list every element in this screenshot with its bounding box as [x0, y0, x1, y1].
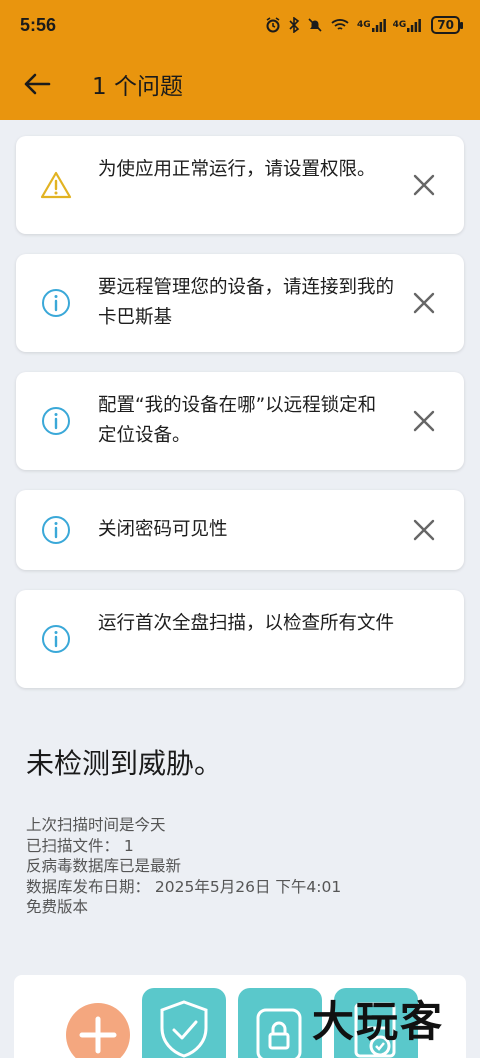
issue-text: 配置“我的设备在哪”以远程锁定和定位设备。	[98, 395, 377, 446]
plus-icon	[79, 1016, 117, 1054]
close-icon[interactable]	[410, 407, 438, 435]
signal-2-icon: 4G	[393, 18, 422, 32]
network-type-2: 4G	[392, 20, 407, 30]
shield-check-icon	[160, 1000, 208, 1058]
info-icon	[42, 625, 70, 653]
close-icon[interactable]	[410, 289, 438, 317]
arrow-left-icon	[24, 73, 51, 95]
issue-card-remote-management[interactable]: 要远程管理您的设备，请连接到我的卡巴斯基	[16, 254, 464, 352]
database-date-text: 数据库发布日期： 2025年5月26日 下午4:01	[26, 877, 342, 896]
watermark-logo: 大玩客	[312, 997, 445, 1046]
close-icon[interactable]	[410, 516, 438, 544]
issue-card-password-visibility[interactable]: 关闭密码可见性	[16, 490, 464, 570]
issue-card-permissions[interactable]: 为使应用正常运行，请设置权限。	[16, 136, 464, 234]
bluetooth-icon	[288, 17, 300, 33]
mute-bell-icon	[307, 17, 323, 33]
status-icons: 4G 4G 70	[265, 16, 463, 34]
back-button[interactable]	[20, 67, 54, 101]
protection-tile[interactable]	[142, 988, 226, 1058]
close-icon[interactable]	[410, 171, 438, 199]
info-icon	[42, 289, 70, 317]
info-icon	[42, 516, 70, 544]
lock-icon	[256, 1008, 302, 1058]
scan-details: 上次扫描时间是今天 已扫描文件： 1 反病毒数据库已是最新 数据库发布日期： 2…	[26, 815, 341, 918]
edition-text: 免费版本	[26, 898, 89, 916]
issue-text: 要远程管理您的设备，请连接到我的卡巴斯基	[98, 277, 395, 328]
app-lock-tile[interactable]	[238, 988, 322, 1058]
app-bar: 1 个问题	[0, 50, 480, 118]
signal-1-icon: 4G	[357, 18, 386, 32]
issue-text: 运行首次全盘扫描，以检查所有文件	[98, 613, 395, 634]
status-time: 5:56	[20, 14, 57, 35]
wifi-icon	[330, 17, 350, 33]
page-title: 1 个问题	[92, 74, 183, 100]
battery-indicator: 70	[431, 16, 463, 34]
issue-card-find-device[interactable]: 配置“我的设备在哪”以远程锁定和定位设备。	[16, 372, 464, 470]
warning-triangle-icon	[40, 171, 72, 199]
status-bar: 5:56 4G 4G 70	[0, 0, 480, 50]
alarm-icon	[265, 17, 281, 33]
issue-text: 关闭密码可见性	[98, 519, 228, 540]
last-scan-text: 上次扫描时间是今天	[26, 816, 166, 834]
info-icon	[42, 407, 70, 435]
database-status-text: 反病毒数据库已是最新	[26, 857, 182, 875]
issue-text: 为使应用正常运行，请设置权限。	[98, 159, 376, 180]
scan-summary-title: 未检测到威胁。	[26, 747, 223, 780]
issue-card-full-scan[interactable]: 运行首次全盘扫描，以检查所有文件	[16, 590, 464, 688]
add-button[interactable]	[66, 1003, 130, 1058]
files-scanned-text: 已扫描文件： 1	[26, 836, 134, 855]
network-type-1: 4G	[356, 20, 371, 30]
